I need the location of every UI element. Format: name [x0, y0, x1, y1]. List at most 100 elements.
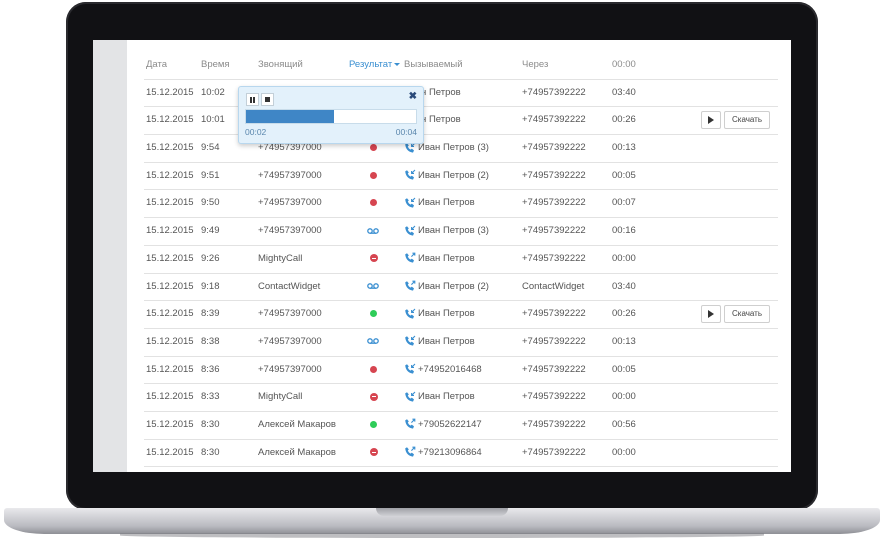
column-header-via[interactable]: Через: [522, 52, 548, 78]
call-result: [362, 301, 382, 327]
playback-progress-bar[interactable]: [245, 109, 417, 124]
incoming-call-icon: [405, 308, 416, 319]
voicemail-icon: [367, 227, 379, 234]
caller-name: ContactWidget: [258, 280, 321, 292]
incoming-call-icon: [405, 335, 416, 346]
call-via-number: +74957392222: [522, 252, 586, 264]
callee-name: +79213096864: [418, 446, 482, 458]
call-duration: 00:26: [612, 308, 636, 320]
call-duration: 00:56: [612, 418, 636, 430]
column-header-callee[interactable]: Вызываемый: [404, 52, 463, 78]
caller-name: +74957397000: [258, 335, 322, 347]
callee-name: Иван Петров: [418, 308, 475, 320]
call-via-number: +74957392222: [522, 363, 586, 375]
callee: Иван Петров: [404, 301, 475, 327]
call-time: 9:54: [201, 142, 220, 154]
column-header-time[interactable]: Время: [201, 52, 230, 78]
outgoing-call-icon: [405, 446, 416, 457]
stop-icon[interactable]: [261, 93, 274, 106]
call-date: 15.12.2015: [146, 363, 194, 375]
sidebar: [93, 40, 127, 472]
table-row[interactable]: 15.12.2015 9:49 +74957397000 Иван Петров (3…: [144, 218, 778, 246]
call-time: 10:01: [201, 114, 225, 126]
pause-icon[interactable]: [246, 93, 259, 106]
callee-name: Иван Петров (2): [418, 169, 489, 181]
play-recording-button[interactable]: [701, 111, 721, 130]
call-duration: 00:05: [612, 169, 636, 181]
call-via-number: +74957392222: [522, 308, 586, 320]
close-icon[interactable]: ✖: [409, 91, 417, 103]
call-via-number: +74957392222: [522, 418, 586, 430]
table-row[interactable]: 15.12.2015 9:50 +74957397000 Иван Петров +74…: [144, 190, 778, 219]
callee: Иван Петров: [404, 384, 475, 410]
callee: Иван Петров: [404, 246, 475, 272]
missed-call-icon: [370, 365, 377, 373]
table-row[interactable]: 15.12.2015 9:26 MightyCall Иван Петров +7495…: [144, 246, 778, 274]
callee-name: Иван Петров (3): [418, 142, 489, 154]
recording-actions: Скачать: [701, 305, 770, 324]
call-time: 8:36: [201, 363, 220, 375]
table-row[interactable]: 15.12.2015 9:51 +74957397000 Иван Петров (2…: [144, 163, 778, 191]
download-button[interactable]: Скачать: [724, 305, 770, 324]
call-duration: 00:05: [612, 363, 636, 375]
caller-name: +74957397000: [258, 308, 322, 320]
column-header-date[interactable]: Дата: [146, 52, 167, 78]
call-time: 8:33: [201, 391, 220, 403]
table-row[interactable]: 15.12.2015 8:30 Алексей Макаров +7905262214…: [144, 412, 778, 440]
voicemail-icon: [367, 338, 379, 345]
call-duration: 03:40: [612, 86, 636, 98]
table-row[interactable]: 15.12.2015 8:30 Алексей Макаров +7921309686…: [144, 440, 778, 468]
rejected-call-icon: [370, 254, 378, 263]
callee: Иван Петров (2): [404, 274, 489, 300]
call-duration: 03:40: [612, 280, 636, 292]
call-date: 15.12.2015: [146, 114, 194, 126]
call-date: 15.12.2015: [146, 169, 194, 181]
play-recording-button[interactable]: [701, 305, 721, 324]
call-date: 15.12.2015: [146, 418, 194, 430]
call-date: 15.12.2015: [146, 225, 194, 237]
column-header-caller[interactable]: Звонящий: [258, 52, 303, 78]
call-date: 15.12.2015: [146, 335, 194, 347]
call-result: [362, 357, 382, 383]
callee-name: Иван Петров: [418, 197, 475, 209]
call-via-number: +74957392222: [522, 197, 586, 209]
call-duration: 00:13: [612, 335, 636, 347]
incoming-call-icon: [405, 363, 416, 374]
caller-name: MightyCall: [258, 391, 303, 403]
current-time: 00:02: [245, 127, 267, 137]
table-row[interactable]: 15.12.2015 9:18 ContactWidget Иван Петров (…: [144, 274, 778, 302]
caller-name: Алексей Макаров: [258, 446, 336, 458]
callee: +79052622147: [404, 412, 482, 438]
call-date: 15.12.2015: [146, 446, 194, 458]
download-button[interactable]: Скачать: [724, 111, 770, 130]
chevron-down-icon[interactable]: [394, 62, 401, 66]
missed-call-icon: [370, 199, 377, 207]
callee-name: Иван Петров: [418, 391, 475, 403]
callee: Иван Петров: [404, 329, 475, 355]
call-time: 9:51: [201, 169, 220, 181]
call-date: 15.12.2015: [146, 86, 194, 98]
column-header-duration: 00:00: [612, 59, 636, 70]
call-duration: 00:00: [612, 252, 636, 264]
table-header: Дата Время Звонящий Результат Вызываемый…: [144, 52, 778, 80]
caller-name: +74957397000: [258, 225, 322, 237]
answered-call-icon: [370, 420, 377, 428]
incoming-call-icon: [405, 197, 416, 208]
call-via-number: +74957392222: [522, 225, 586, 237]
recording-actions: Скачать: [701, 111, 770, 130]
call-result: [362, 274, 382, 300]
column-header-result[interactable]: Результат: [349, 52, 401, 78]
call-date: 15.12.2015: [146, 391, 194, 403]
call-duration: 00:26: [612, 114, 636, 126]
total-time: 00:04: [395, 127, 417, 137]
rejected-call-icon: [370, 392, 378, 401]
result-filter-label[interactable]: Результат: [349, 59, 392, 70]
call-duration: 00:16: [612, 225, 636, 237]
table-row[interactable]: 15.12.2015 8:36 +74957397000 +74952016468 +7…: [144, 357, 778, 385]
rejected-call-icon: [370, 448, 378, 457]
table-row[interactable]: 15.12.2015 8:39 +74957397000 Иван Петров +74…: [144, 301, 778, 329]
call-duration: 00:00: [612, 391, 636, 403]
table-row[interactable]: 15.12.2015 8:38 +74957397000 Иван Петров +74…: [144, 329, 778, 357]
outgoing-call-icon: [405, 280, 416, 291]
table-row[interactable]: 15.12.2015 8:33 MightyCall Иван Петров +7495…: [144, 384, 778, 412]
